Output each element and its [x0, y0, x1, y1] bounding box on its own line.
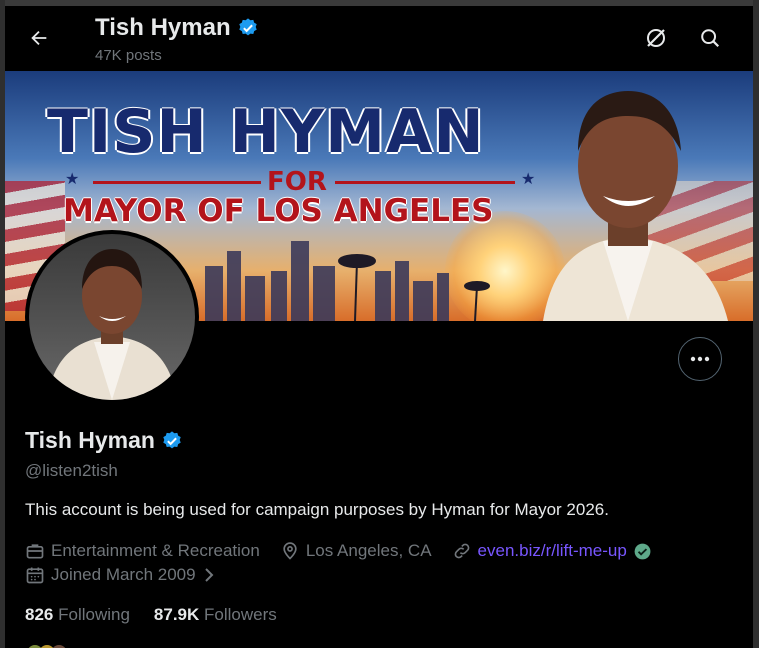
banner-rule-left [93, 181, 261, 184]
profile-location: Los Angeles, CA [280, 541, 432, 561]
profile-bio: This account is being used for campaign … [25, 500, 609, 519]
followers-label: Followers [204, 605, 277, 624]
profile-avatar[interactable] [25, 230, 199, 404]
window-frame-right [753, 0, 759, 648]
profile-meta-row: Entertainment & Recreation Los Angeles, … [25, 541, 652, 561]
banner-skyline [205, 241, 490, 321]
following-link[interactable]: 826 Following [25, 605, 130, 625]
more-icon [690, 356, 710, 362]
profile-header-bar: Tish Hyman 47K posts [5, 6, 753, 71]
following-count: 826 [25, 605, 54, 624]
search-icon [701, 29, 720, 48]
calendar-icon [26, 567, 44, 584]
avatar-photo [47, 249, 177, 400]
banner-headline: TISH HYMAN [47, 97, 485, 167]
location-text: Los Angeles, CA [305, 541, 432, 560]
header-name: Tish Hyman [95, 14, 231, 41]
grok-button[interactable] [641, 23, 671, 53]
profile-name-row: Tish Hyman [25, 427, 183, 454]
location-pin-icon [283, 542, 297, 560]
profile-category: Entertainment & Recreation [25, 541, 260, 561]
follow-stats: 826 Following 87.9K Followers [25, 605, 277, 625]
profile-name: Tish Hyman [25, 427, 155, 453]
search-button[interactable] [695, 23, 725, 53]
verified-badge-icon[interactable] [161, 430, 183, 452]
verified-badge-icon [238, 18, 257, 36]
back-button[interactable] [25, 24, 53, 52]
followers-count: 87.9K [153, 605, 200, 624]
banner-portrait [543, 91, 728, 321]
chevron-right-icon [204, 568, 214, 582]
profile-website[interactable]: even.biz/r/lift-me-up [452, 541, 652, 561]
verified-link-icon [634, 543, 651, 559]
followers-link[interactable]: 87.9K Followers [154, 605, 277, 625]
followed-by-avatars[interactable] [25, 643, 85, 648]
header-title: Tish Hyman [95, 14, 259, 42]
grok-icon [647, 29, 665, 47]
post-count: 47K posts [95, 47, 162, 64]
banner-rule-right [335, 181, 515, 184]
banner-subheadline: MAYOR OF LOS ANGELES [63, 193, 494, 229]
briefcase-icon [26, 544, 44, 559]
following-label: Following [58, 605, 130, 624]
profile-joined[interactable]: Joined March 2009 [25, 565, 216, 585]
joined-text: Joined March 2009 [51, 565, 196, 584]
banner-star-icon: ★ [65, 171, 80, 188]
more-options-button[interactable] [678, 337, 722, 381]
back-arrow-icon [31, 30, 47, 46]
category-text: Entertainment & Recreation [51, 541, 260, 560]
link-icon [454, 543, 469, 559]
website-link[interactable]: even.biz/r/lift-me-up [478, 541, 627, 561]
profile-joined-row: Joined March 2009 [25, 565, 216, 585]
profile-handle: @listen2tish [25, 461, 118, 480]
